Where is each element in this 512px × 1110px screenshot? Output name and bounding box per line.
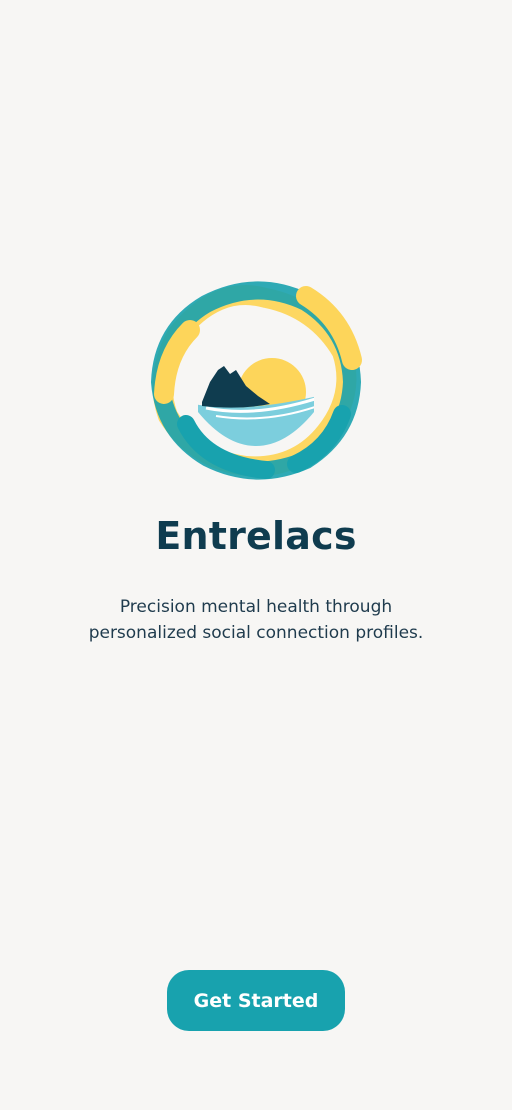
tagline-line: personalized social connection profiles. [88,623,424,643]
app-title: Entrelacs [155,514,357,558]
get-started-button[interactable]: Get Started [167,970,345,1031]
entrelacs-logo-icon [151,281,362,480]
welcome-screen: Entrelacs Precision mental health throug… [0,0,512,1110]
app-tagline: Precision mental health through personal… [56,594,456,646]
app-logo [146,274,366,484]
tagline-line: Precision mental health through [119,597,393,617]
